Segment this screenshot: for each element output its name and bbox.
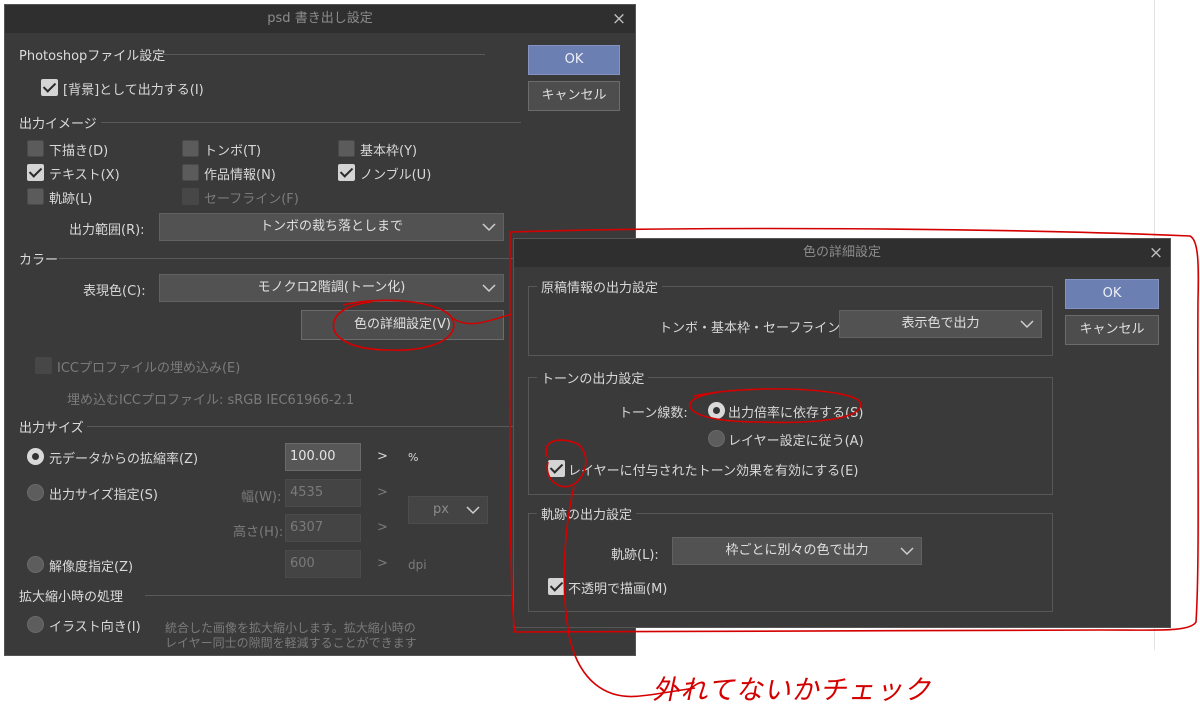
psd-dialog-title: psd 書き出し設定 xyxy=(5,5,635,33)
divider xyxy=(145,595,520,596)
size-unit-select[interactable]: px xyxy=(408,496,488,524)
height-input[interactable]: 6307 xyxy=(285,514,361,542)
ok-button[interactable]: OK xyxy=(528,45,620,75)
nombre-checkbox[interactable] xyxy=(338,164,355,181)
tone-layer-radio[interactable] xyxy=(708,430,725,447)
cancel-button[interactable]: キャンセル xyxy=(528,81,620,111)
icc-profile-text: 埋め込むICCプロファイル: sRGB IEC61966-2.1 xyxy=(67,393,355,408)
color-mode-value: モノクロ2階調(トーン化) xyxy=(257,280,406,295)
color-detail-dialog: 色の詳細設定 × OK キャンセル 原稿情報の出力設定 トンボ・基本枠・セーフラ… xyxy=(513,238,1171,628)
color-dialog-title: 色の詳細設定 xyxy=(514,239,1170,267)
output-range-label: 出力範囲(R): xyxy=(69,223,145,238)
tone-layer-label: レイヤー設定に従う(A) xyxy=(728,434,864,449)
tone-depend-radio[interactable] xyxy=(708,402,725,419)
trace-output-select[interactable]: 枠ごとに別々の色で出力 xyxy=(672,537,922,565)
size-radio[interactable] xyxy=(27,484,44,501)
output-image-section-title: 出力イメージ xyxy=(19,117,97,132)
height-label: 高さ(H): xyxy=(233,525,284,540)
opaque-label: 不透明で描画(M) xyxy=(568,582,668,597)
color-mode-select[interactable]: モノクロ2階調(トーン化) xyxy=(159,274,504,302)
tone-depend-label: 出力倍率に依存する(S) xyxy=(728,406,864,421)
resolution-unit: dpi xyxy=(408,558,427,572)
illust-description-2: レイヤー同士の隙間を軽減することができます xyxy=(165,636,417,650)
color-section-title: カラー xyxy=(19,253,59,268)
photoshop-section-title: Photoshopファイル設定 xyxy=(19,49,166,64)
work-info-checkbox[interactable] xyxy=(182,164,199,181)
color-detail-button[interactable]: 色の詳細設定(V) xyxy=(301,310,504,340)
resolution-input[interactable]: 600 xyxy=(285,550,361,578)
work-info-label: 作品情報(N) xyxy=(204,168,276,183)
tombo-output-value: 表示色で出力 xyxy=(901,316,980,331)
icc-embed-label: ICCプロファイルの埋め込み(E) xyxy=(57,361,241,376)
chevron-down-icon xyxy=(900,547,914,556)
divider xyxy=(87,426,517,427)
divider xyxy=(101,122,521,123)
scale-unit: % xyxy=(408,451,419,464)
basic-frame-label: 基本枠(Y) xyxy=(360,144,418,159)
resolution-arrow-icon[interactable]: > xyxy=(377,556,388,571)
chevron-down-icon xyxy=(466,506,480,515)
resolution-radio-label: 解像度指定(Z) xyxy=(49,560,134,575)
divider xyxy=(155,54,485,55)
tone-effect-label: レイヤーに付与されたトーン効果を有効にする(E) xyxy=(568,464,859,479)
tombo-checkbox[interactable] xyxy=(182,140,199,157)
text-checkbox[interactable] xyxy=(27,164,44,181)
resolution-radio[interactable] xyxy=(27,556,44,573)
chevron-down-icon xyxy=(482,284,496,293)
trace-checkbox[interactable] xyxy=(27,188,44,205)
chevron-down-icon xyxy=(1020,320,1034,329)
trace-output-value: 枠ごとに別々の色で出力 xyxy=(725,543,869,558)
scale-radio-label: 元データからの拡縮率(Z) xyxy=(49,452,199,467)
tone-section-title: トーンの出力設定 xyxy=(537,368,649,387)
trace-output-label: 軌跡(L): xyxy=(611,548,659,563)
close-icon[interactable]: × xyxy=(607,5,631,33)
scaling-section-title: 拡大縮小時の処理 xyxy=(19,590,124,605)
bg-output-checkbox[interactable] xyxy=(41,79,58,96)
nombre-label: ノンブル(U) xyxy=(360,168,432,183)
output-range-select[interactable]: トンボの裁ち落としまで xyxy=(159,213,504,241)
output-range-value: トンボの裁ち落としまで xyxy=(259,219,403,234)
divider xyxy=(59,258,519,259)
scale-input[interactable]: 100.00 xyxy=(285,443,361,471)
safe-line-label: セーフライン(F) xyxy=(204,192,299,207)
manuscript-section-title: 原稿情報の出力設定 xyxy=(537,277,663,296)
close-icon[interactable]: × xyxy=(1144,239,1168,267)
scale-radio[interactable] xyxy=(27,448,44,465)
bg-output-label: [背景]として出力する(I) xyxy=(63,83,204,98)
draft-label: 下描き(D) xyxy=(49,144,109,159)
size-unit-value: px xyxy=(433,502,449,517)
tone-lines-label: トーン線数: xyxy=(619,406,688,421)
chevron-down-icon xyxy=(482,223,496,232)
icc-embed-checkbox xyxy=(35,357,52,374)
text-label: テキスト(X) xyxy=(49,168,120,183)
opaque-checkbox[interactable] xyxy=(548,578,565,595)
ok-button[interactable]: OK xyxy=(1065,279,1159,309)
tone-effect-checkbox[interactable] xyxy=(548,460,565,477)
tone-group: トーンの出力設定 トーン線数: 出力倍率に依存する(S) レイヤー設定に従う(A… xyxy=(528,368,1053,495)
trace-group: 軌跡の出力設定 軌跡(L): 枠ごとに別々の色で出力 不透明で描画(M) xyxy=(528,504,1053,612)
tombo-label: トンボ(T) xyxy=(204,144,262,159)
width-input[interactable]: 4535 xyxy=(285,479,361,507)
scale-arrow-icon[interactable]: > xyxy=(377,449,388,464)
trace-section-title: 軌跡の出力設定 xyxy=(537,504,637,523)
safe-line-checkbox xyxy=(182,188,199,205)
width-arrow-icon[interactable]: > xyxy=(377,485,388,500)
trace-label: 軌跡(L) xyxy=(49,192,93,207)
tombo-output-select[interactable]: 表示色で出力 xyxy=(839,310,1042,338)
cancel-button[interactable]: キャンセル xyxy=(1065,315,1159,345)
draft-checkbox[interactable] xyxy=(27,140,44,157)
color-mode-label: 表現色(C): xyxy=(83,284,146,299)
illust-radio-label: イラスト向き(I) xyxy=(49,620,141,635)
manuscript-group: 原稿情報の出力設定 トンボ・基本枠・セーフライン(T): 表示色で出力 xyxy=(528,277,1053,356)
basic-frame-checkbox[interactable] xyxy=(338,140,355,157)
height-arrow-icon[interactable]: > xyxy=(377,520,388,535)
size-radio-label: 出力サイズ指定(S) xyxy=(49,488,159,503)
output-size-section-title: 出力サイズ xyxy=(19,421,84,436)
handwritten-note: 外れてないかチェック xyxy=(651,675,937,706)
width-label: 幅(W): xyxy=(241,490,282,505)
tombo-output-label: トンボ・基本枠・セーフライン(T): xyxy=(659,321,863,336)
illust-radio[interactable] xyxy=(27,616,44,633)
